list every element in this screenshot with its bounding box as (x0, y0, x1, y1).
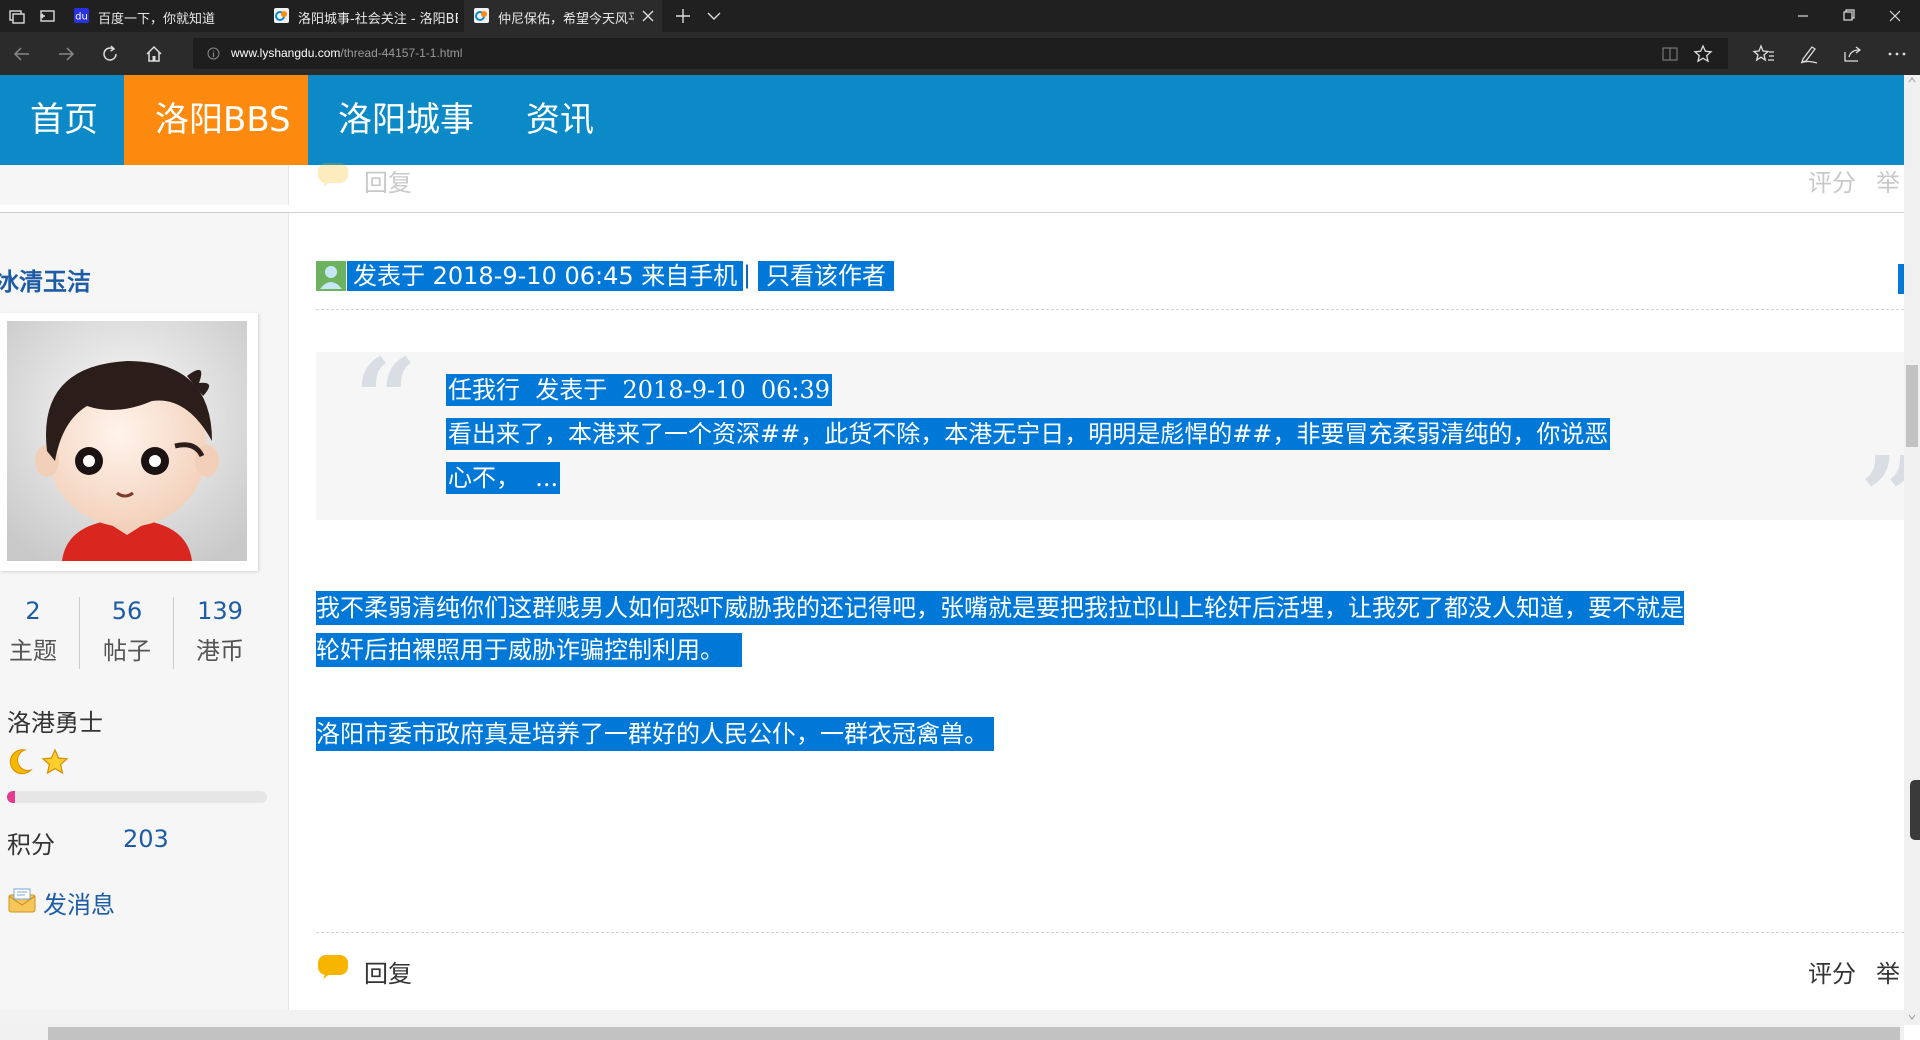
column-divider (288, 213, 289, 1025)
stat-label: 帖子 (103, 637, 151, 665)
only-author-link[interactable]: 只看该作者 (758, 261, 894, 291)
avatar-frame (0, 313, 258, 571)
post-header-divider (316, 309, 1904, 310)
close-window-icon[interactable] (1872, 0, 1918, 32)
post-footer-divider (316, 932, 1904, 933)
browser-tab-bar: du 百度一下，你就知道 洛阳城事-社会关注 - 洛阳BB 仲尼保佑，希望今天风… (0, 0, 1920, 32)
post-body-line: 洛阳市委市政府真是培养了一群好的人民公仆，一群衣冠禽兽。 (316, 717, 994, 751)
thread-page: 回复 评分 举 冰清玉洁 2 主题 56 帖子 139 港币 洛港勇士 积分 2… (0, 162, 1920, 1025)
username-link[interactable]: 冰清玉洁 (0, 262, 91, 297)
side-panel-handle[interactable] (1910, 780, 1920, 840)
favorites-hub-icon[interactable] (1752, 42, 1776, 66)
level-progress-bar (7, 791, 267, 803)
scroll-up-arrow-icon[interactable] (1908, 76, 1916, 84)
svg-text:du: du (75, 12, 88, 23)
points-value: 203 (123, 825, 169, 853)
new-tab-icon[interactable] (672, 5, 694, 27)
minimize-icon[interactable] (1780, 0, 1826, 32)
reply-bubble-icon[interactable] (317, 162, 349, 188)
prev-report-link[interactable]: 举 (1876, 163, 1900, 198)
tab-title: 百度一下，你就知道 (98, 12, 216, 27)
tab-actions-icon[interactable] (6, 5, 28, 27)
site-favicon-icon (474, 8, 489, 23)
site-info-icon[interactable] (207, 47, 220, 60)
quote-line: 看出来了，本港来了一个资深##，此货不除，本港无宁日，明明是彪悍的##，非要冒充… (446, 418, 1611, 450)
avatar[interactable] (7, 321, 247, 561)
refresh-icon[interactable] (98, 42, 122, 66)
column-divider (288, 165, 289, 205)
post-meta: 发表于 2018-9-10 06:45 来自手机 (347, 261, 744, 291)
star-level-icon (41, 748, 69, 776)
horizontal-scrollbar[interactable] (0, 1024, 1904, 1040)
moon-level-icon (7, 746, 35, 776)
stat-threads[interactable]: 2 主题 (0, 597, 66, 666)
more-options-icon[interactable] (1885, 42, 1909, 66)
stat-divider (79, 597, 80, 669)
stat-label: 港币 (196, 637, 244, 665)
meta-separator: | (743, 261, 752, 289)
address-bar[interactable]: www.lyshangdu.com/thread-44157-1-1.html (193, 38, 1728, 69)
post-body-line: 轮奸后拍裸照用于威胁诈骗控制利用。 (316, 633, 742, 667)
reply-bubble-icon[interactable] (317, 954, 349, 980)
send-message-link[interactable]: 发消息 (43, 885, 115, 920)
post-body-line: 我不柔弱清纯你们这群贱男人如何恐吓威胁我的还记得吧，张嘴就是要把我拉邙山上轮奸后… (316, 591, 1684, 625)
prev-post-sidebar (0, 165, 288, 205)
url-text: www.lyshangdu.com/thread-44157-1-1.html (231, 46, 463, 60)
stat-value: 139 (197, 597, 243, 625)
author-online-icon (316, 261, 346, 291)
restore-icon[interactable] (1826, 0, 1872, 32)
open-quote-icon: “ (354, 334, 418, 463)
stat-value: 2 (25, 597, 41, 625)
nav-luoyang-city-affairs[interactable]: 洛阳城事 (308, 75, 488, 165)
horizontal-scroll-thumb[interactable] (48, 1027, 1900, 1040)
forward-arrow-icon[interactable] (54, 42, 78, 66)
level-progress-fill (7, 791, 15, 803)
nav-luoyang-bbs[interactable]: 洛阳BBS (124, 75, 308, 165)
home-icon[interactable] (142, 42, 166, 66)
tab-baidu[interactable]: du 百度一下，你就知道 (64, 0, 264, 32)
share-icon[interactable] (1841, 42, 1865, 66)
site-nav-bar: 首页 洛阳BBS 洛阳城事 资讯 (0, 75, 1904, 165)
vertical-scroll-thumb[interactable] (1906, 365, 1918, 447)
prev-reply-link[interactable]: 回复 (364, 163, 412, 198)
scroll-down-arrow-icon[interactable] (1908, 1013, 1916, 1021)
baidu-favicon-icon: du (74, 8, 89, 23)
close-tab-icon[interactable] (640, 8, 656, 24)
tab-list-chevron-down-icon[interactable] (703, 5, 725, 27)
stat-label: 主题 (9, 637, 57, 665)
tab-title: 仲尼保佑，希望今天风平 (498, 12, 634, 27)
browser-toolbar: www.lyshangdu.com/thread-44157-1-1.html (0, 32, 1920, 75)
user-rank: 洛港勇士 (7, 709, 103, 737)
vertical-scrollbar[interactable] (1904, 75, 1920, 1025)
prev-rate-link[interactable]: 评分 (1808, 163, 1856, 198)
page-bottom-strip (0, 1010, 1904, 1025)
site-favicon-icon (274, 8, 289, 23)
back-arrow-icon[interactable] (10, 42, 34, 66)
send-message-icon[interactable] (7, 887, 37, 915)
stat-coins[interactable]: 139 港币 (182, 597, 258, 666)
reply-link[interactable]: 回复 (364, 954, 412, 989)
tab-title: 洛阳城事-社会关注 - 洛阳BB (298, 12, 458, 27)
set-tabs-aside-icon[interactable] (36, 5, 58, 27)
tab-luoyang-bbs[interactable]: 洛阳城事-社会关注 - 洛阳BB (264, 0, 464, 32)
nav-news[interactable]: 资讯 (488, 75, 608, 165)
quote-block: “ ” 任我行 发表于 2018-9-10 06:39 看出来了，本港来了一个资… (316, 334, 1920, 561)
stat-posts[interactable]: 56 帖子 (90, 597, 164, 666)
points-label: 积分 (7, 831, 55, 859)
stat-divider (173, 597, 174, 669)
tab-current-thread[interactable]: 仲尼保佑，希望今天风平 (464, 0, 662, 32)
report-link[interactable]: 举 (1876, 954, 1904, 989)
rate-link[interactable]: 评分 (1808, 954, 1856, 989)
quote-line: 心不， ... (446, 462, 561, 494)
nav-home[interactable]: 首页 (0, 75, 124, 165)
quote-header: 任我行 发表于 2018-9-10 06:39 (446, 374, 833, 406)
reading-view-icon[interactable] (1661, 45, 1679, 63)
stat-value: 56 (111, 597, 143, 625)
favorite-star-icon[interactable] (1693, 44, 1713, 64)
pen-notes-icon[interactable] (1797, 42, 1821, 66)
